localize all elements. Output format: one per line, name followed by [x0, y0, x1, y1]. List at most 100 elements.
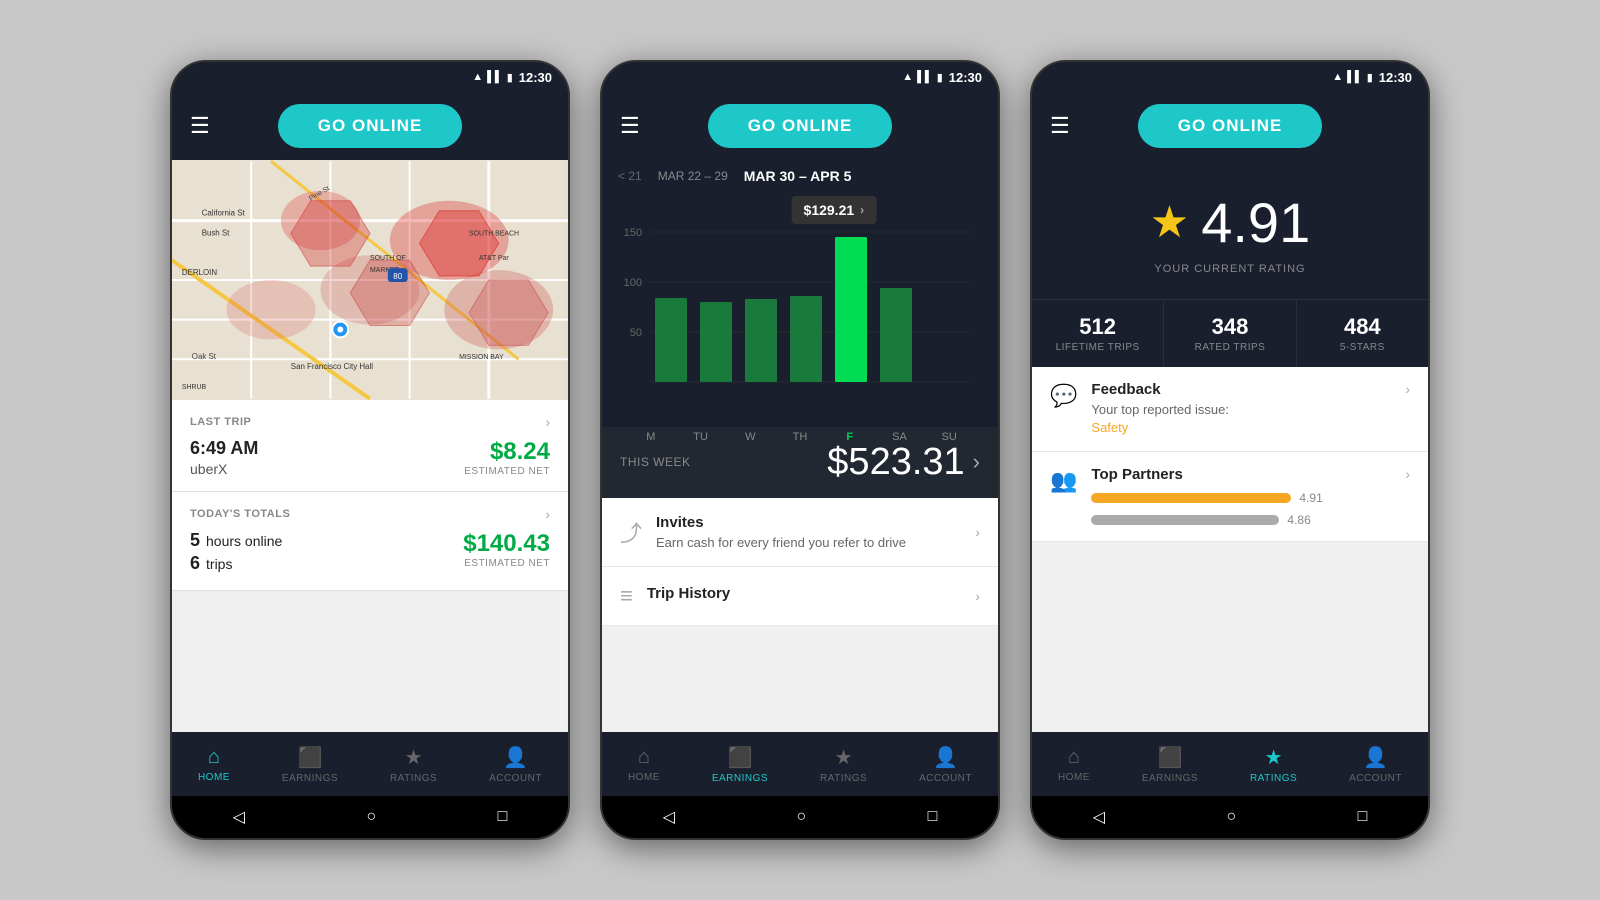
- rating-stars-row: ★ 4.91: [1150, 190, 1310, 255]
- nav-earnings-3[interactable]: ⬛ EARNINGS: [1142, 745, 1198, 784]
- rated-trips-stat: 348 RATED TRIPS: [1164, 300, 1296, 367]
- account-icon-2: 👤: [933, 745, 958, 770]
- earnings-cards: ⤴ Invites Earn cash for every friend you…: [602, 498, 998, 733]
- week-current[interactable]: MAR 30 – APR 5: [744, 168, 852, 184]
- map-area: California St Bush St DERLOIN SOUTH OF M…: [172, 160, 568, 400]
- partner-bar-2: [1091, 515, 1279, 525]
- chart-day-w: W: [725, 431, 775, 443]
- status-icons-2: ▲ ▌▌ ▮: [902, 71, 943, 84]
- earnings-icon-1: ⬛: [297, 745, 322, 770]
- svg-text:SOUTH BEACH: SOUTH BEACH: [469, 230, 519, 237]
- nav-home-3[interactable]: ⌂ HOME: [1058, 746, 1090, 783]
- home-btn-3[interactable]: ○: [1226, 808, 1236, 826]
- back-btn-2[interactable]: ◁: [663, 807, 675, 827]
- ratings-icon-3: ★: [1265, 745, 1283, 770]
- chart-day-tu: TU: [676, 431, 726, 443]
- last-trip-type: uberX: [190, 461, 258, 477]
- svg-text:50: 50: [630, 327, 642, 339]
- partner-bar-row-2: 4.86: [1091, 513, 1391, 527]
- nav-account-1[interactable]: 👤 ACCOUNT: [489, 745, 542, 784]
- wifi-icon-1: ▲: [472, 71, 483, 83]
- status-bar-2: ▲ ▌▌ ▮ 12:30: [602, 62, 998, 92]
- feedback-issue: Safety: [1091, 420, 1128, 435]
- recent-btn-2[interactable]: □: [928, 808, 938, 826]
- go-online-button-1[interactable]: GO ONLINE: [278, 104, 462, 148]
- last-trip-header: LAST TRIP ›: [190, 414, 550, 430]
- top-partners-chevron: ›: [1405, 466, 1410, 482]
- map-svg: California St Bush St DERLOIN SOUTH OF M…: [172, 160, 568, 400]
- invites-card[interactable]: ⤴ Invites Earn cash for every friend you…: [602, 498, 998, 567]
- main-content-1: California St Bush St DERLOIN SOUTH OF M…: [172, 160, 568, 732]
- svg-text:100: 100: [624, 277, 642, 289]
- last-trip-chevron[interactable]: ›: [545, 414, 550, 430]
- partners-icon: 👥: [1050, 468, 1077, 494]
- menu-icon-1[interactable]: ☰: [190, 113, 210, 139]
- lifetime-trips-num: 512: [1040, 314, 1155, 340]
- go-online-button-2[interactable]: GO ONLINE: [708, 104, 892, 148]
- nav-earnings-1[interactable]: ⬛ EARNINGS: [282, 745, 338, 784]
- home-btn-1[interactable]: ○: [366, 808, 376, 826]
- top-bar-2: ☰ GO ONLINE: [602, 92, 998, 160]
- this-week-amount-row: $523.31 ›: [827, 441, 980, 484]
- earnings-label-2: EARNINGS: [712, 773, 768, 784]
- nav-ratings-1[interactable]: ★ RATINGS: [390, 745, 437, 784]
- todays-totals-card: TODAY'S TOTALS › 5 hours online 6 trips: [172, 492, 568, 591]
- top-partners-card[interactable]: 👥 Top Partners 4.91 4.86 ›: [1032, 452, 1428, 542]
- partner-score-2: 4.86: [1287, 513, 1310, 527]
- back-btn-3[interactable]: ◁: [1093, 807, 1105, 827]
- ratings-label-3: RATINGS: [1250, 773, 1297, 784]
- totals-chevron[interactable]: ›: [545, 506, 550, 522]
- svg-text:SHRUB: SHRUB: [182, 384, 207, 391]
- trip-history-text: Trip History: [647, 585, 730, 606]
- back-btn-1[interactable]: ◁: [233, 807, 245, 827]
- nav-home-2[interactable]: ⌂ HOME: [628, 746, 660, 783]
- menu-icon-2[interactable]: ☰: [620, 113, 640, 139]
- recent-btn-1[interactable]: □: [498, 808, 508, 826]
- rating-label: YOUR CURRENT RATING: [1154, 263, 1305, 275]
- time-2: 12:30: [949, 70, 982, 85]
- home-icon-1: ⌂: [208, 746, 220, 769]
- phone-ratings: ▲ ▌▌ ▮ 12:30 ☰ GO ONLINE ★ 4.91 YOUR CUR…: [1030, 60, 1430, 840]
- nav-home-1[interactable]: ⌂ HOME: [198, 746, 230, 783]
- android-nav-1: ◁ ○ □: [172, 796, 568, 838]
- ratings-label-1: RATINGS: [390, 773, 437, 784]
- svg-text:AT&T Par: AT&T Par: [479, 255, 509, 262]
- ratings-icon-1: ★: [405, 745, 423, 770]
- totals-row: 5 hours online 6 trips $140.43 ESTIMATED…: [190, 530, 550, 576]
- go-online-button-3[interactable]: GO ONLINE: [1138, 104, 1322, 148]
- nav-earnings-2[interactable]: ⬛ EARNINGS: [712, 745, 768, 784]
- this-week-chevron[interactable]: ›: [973, 449, 980, 475]
- signal-icon-1: ▌▌: [487, 71, 503, 83]
- week-selector: < 21 MAR 22 – 29 MAR 30 – APR 5: [602, 160, 998, 192]
- invites-text: Invites Earn cash for every friend you r…: [656, 514, 906, 550]
- nav-ratings-2[interactable]: ★ RATINGS: [820, 745, 867, 784]
- ratings-icon-2: ★: [835, 745, 853, 770]
- trip-history-card[interactable]: ≡ Trip History ›: [602, 567, 998, 626]
- time-3: 12:30: [1379, 70, 1412, 85]
- bottom-nav-1: ⌂ HOME ⬛ EARNINGS ★ RATINGS 👤 ACCOUNT: [172, 732, 568, 796]
- account-icon-3: 👤: [1363, 745, 1388, 770]
- nav-account-3[interactable]: 👤 ACCOUNT: [1349, 745, 1402, 784]
- invites-title: Invites: [656, 514, 906, 531]
- home-label-3: HOME: [1058, 772, 1090, 783]
- chart-day-th: TH: [775, 431, 825, 443]
- lifetime-trips-label: LIFETIME TRIPS: [1040, 342, 1155, 353]
- nav-ratings-3[interactable]: ★ RATINGS: [1250, 745, 1297, 784]
- feedback-title: Feedback: [1091, 381, 1391, 398]
- earnings-label-1: EARNINGS: [282, 773, 338, 784]
- phones-container: ▲ ▌▌ ▮ 12:30 ☰ GO ONLINE: [170, 60, 1430, 840]
- trips-label: trips: [206, 556, 232, 572]
- feedback-card[interactable]: 💬 Feedback Your top reported issue: Safe…: [1032, 367, 1428, 452]
- status-bar-1: ▲ ▌▌ ▮ 12:30: [172, 62, 568, 92]
- bottom-nav-3: ⌂ HOME ⬛ EARNINGS ★ RATINGS 👤 ACCOUNT: [1032, 732, 1428, 796]
- svg-text:DERLOIN: DERLOIN: [182, 268, 217, 277]
- week-prev[interactable]: < 21: [618, 169, 642, 183]
- home-btn-2[interactable]: ○: [796, 808, 806, 826]
- rated-trips-num: 348: [1172, 314, 1287, 340]
- menu-icon-3[interactable]: ☰: [1050, 113, 1070, 139]
- chart-day-m: M: [626, 431, 676, 443]
- svg-text:80: 80: [393, 272, 402, 281]
- nav-account-2[interactable]: 👤 ACCOUNT: [919, 745, 972, 784]
- week-mid[interactable]: MAR 22 – 29: [658, 169, 728, 183]
- recent-btn-3[interactable]: □: [1358, 808, 1368, 826]
